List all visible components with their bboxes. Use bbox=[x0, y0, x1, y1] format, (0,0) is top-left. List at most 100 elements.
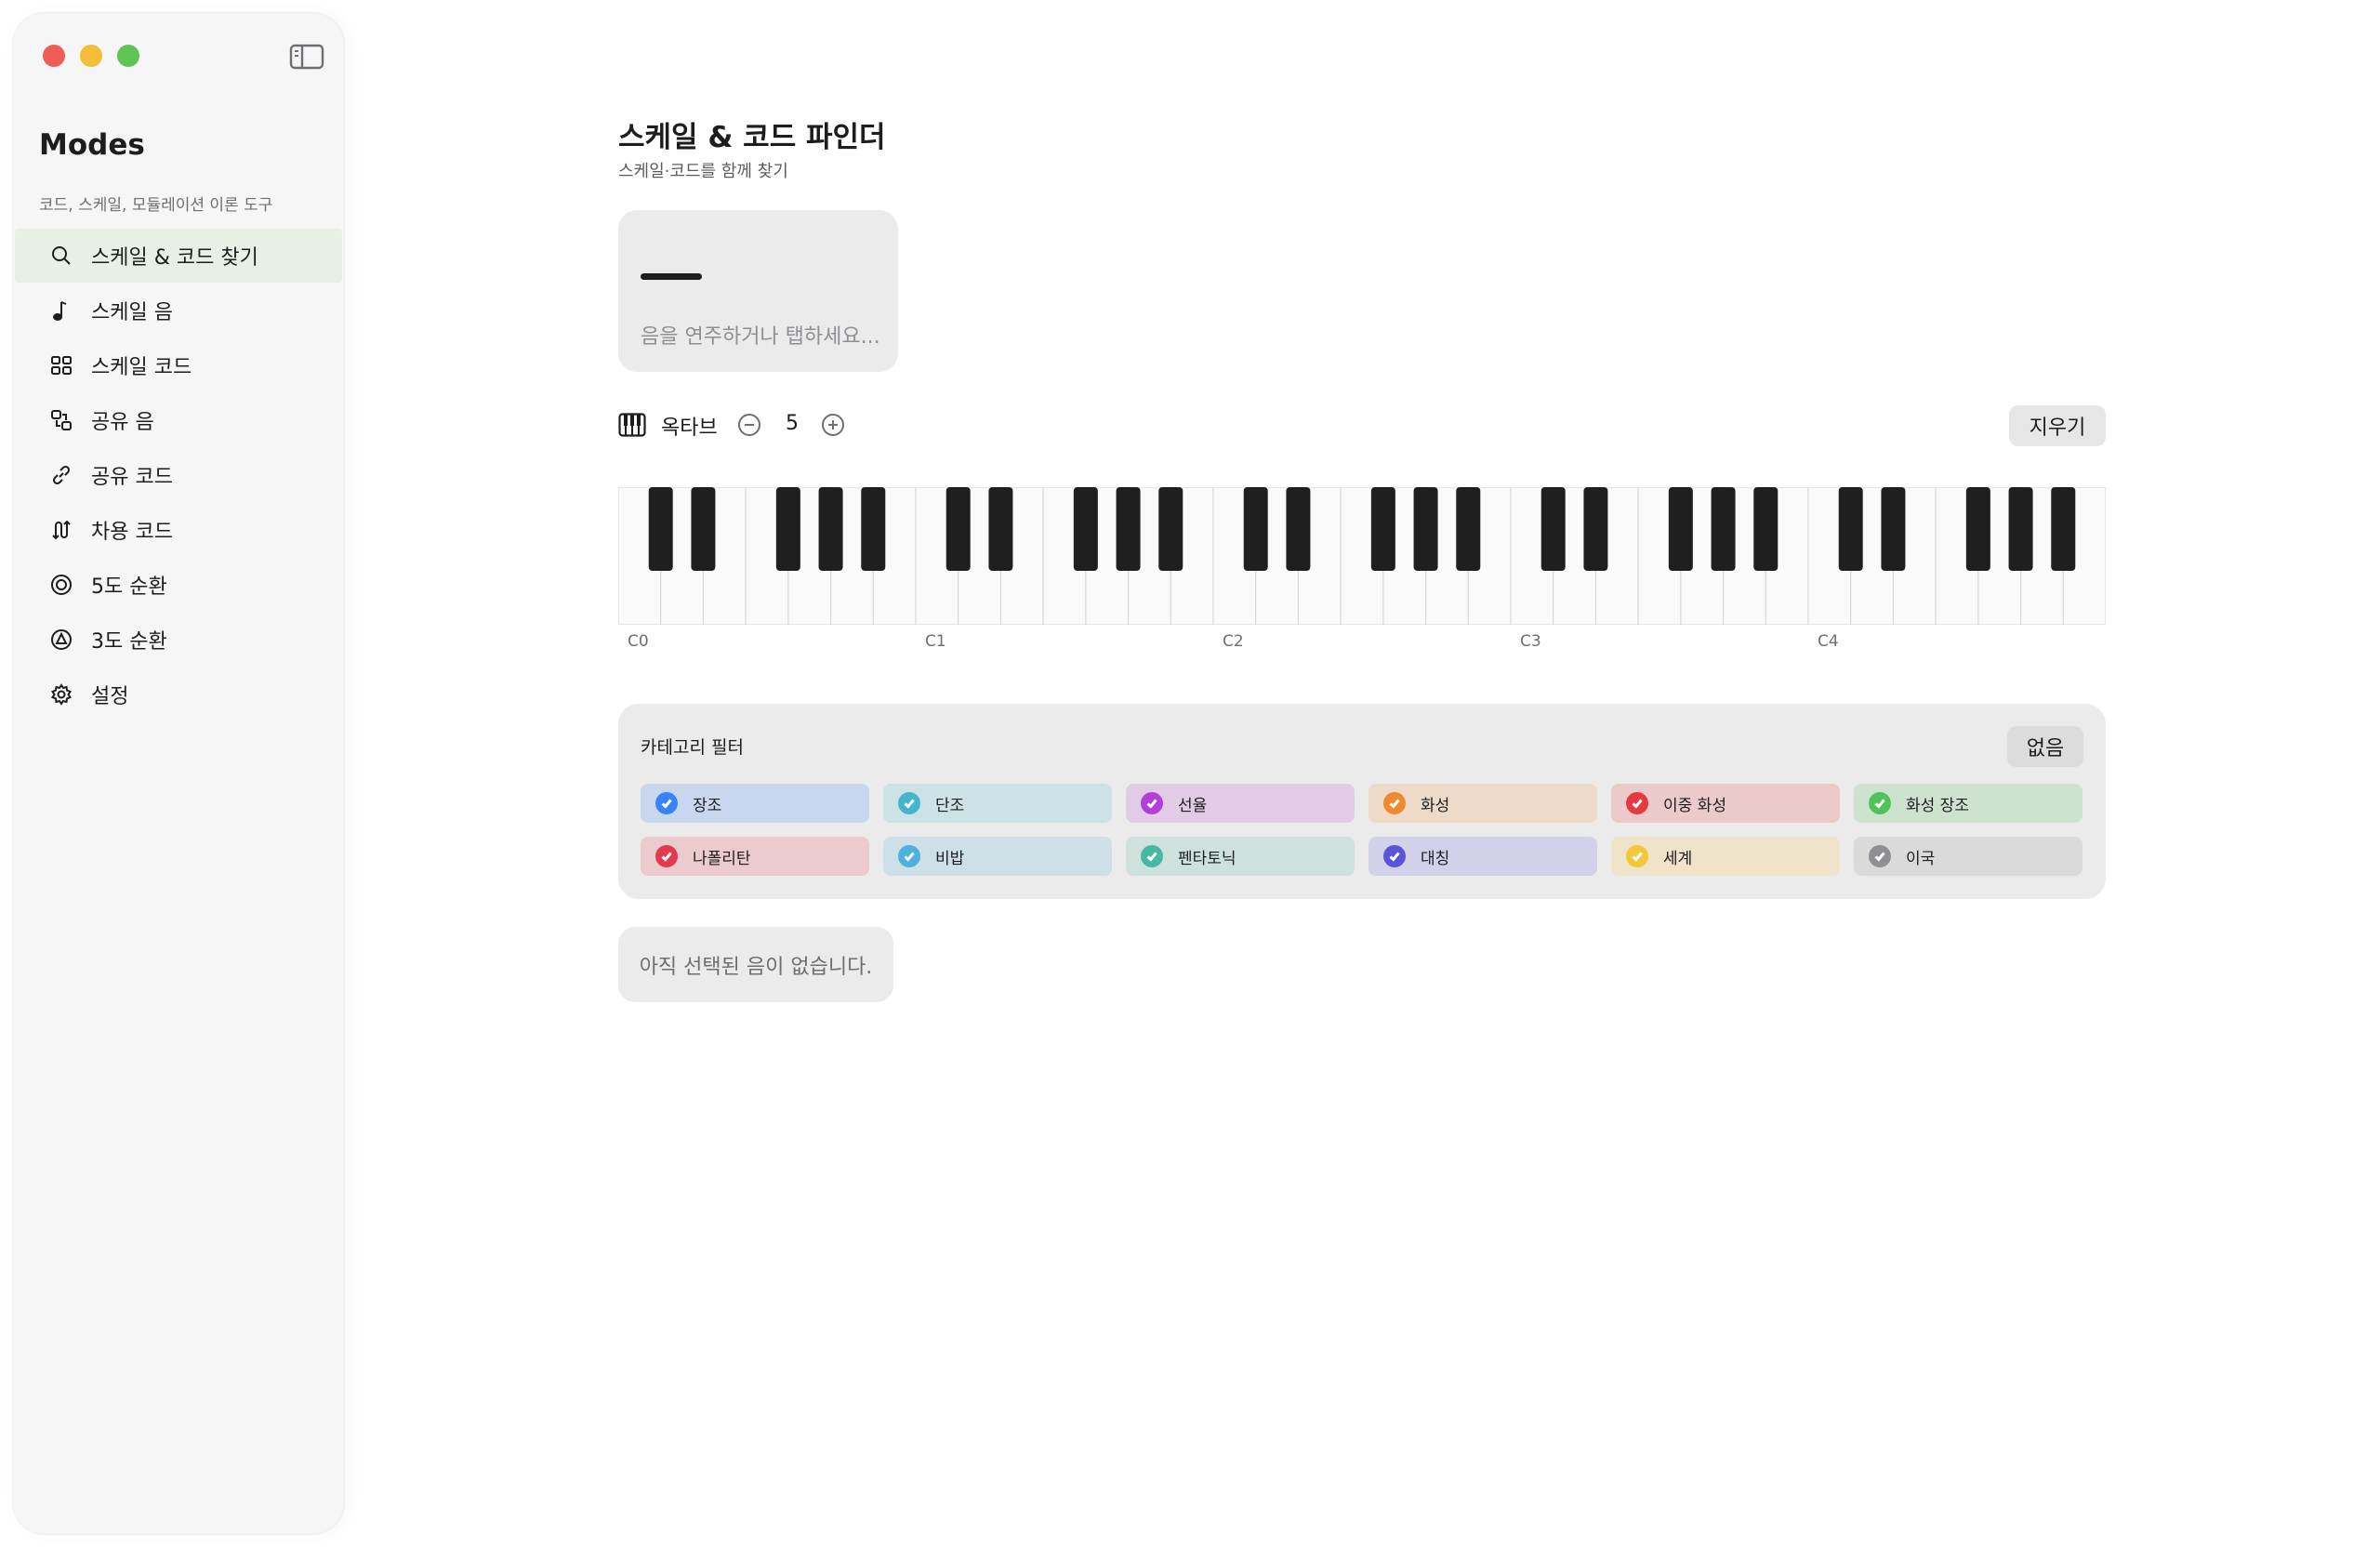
category-chip[interactable]: 세계 bbox=[1611, 837, 1840, 876]
search-icon bbox=[48, 243, 74, 269]
black-key[interactable] bbox=[1116, 487, 1141, 571]
black-key[interactable] bbox=[1370, 487, 1395, 571]
black-key[interactable] bbox=[1881, 487, 1906, 571]
category-filter-panel: 카테고리 필터 없음 장조 단조 선율 화성 이중 화성 화성 장조나폴리탄 비밥 펜타토닉 대… bbox=[618, 704, 2106, 899]
triangle-circle-icon bbox=[48, 627, 74, 653]
black-key[interactable] bbox=[1838, 487, 1863, 571]
checkmark-icon bbox=[1383, 792, 1406, 814]
note-placeholder-dash bbox=[641, 273, 702, 280]
sidebar-item-label: 공유 코드 bbox=[91, 466, 173, 489]
sidebar-toggle-icon[interactable] bbox=[288, 43, 325, 71]
filter-title: 카테고리 필터 bbox=[641, 737, 744, 758]
shared-notes-icon bbox=[48, 407, 74, 433]
octave-increase-button[interactable] bbox=[821, 413, 845, 437]
black-key[interactable] bbox=[945, 487, 971, 571]
page-title: 스케일 & 코드 파인더 bbox=[618, 121, 886, 154]
note-display[interactable]: 음을 연주하거나 탭하세요... bbox=[618, 210, 898, 372]
category-chip[interactable]: 비밥 bbox=[883, 837, 1112, 876]
black-key[interactable] bbox=[691, 487, 716, 571]
category-chip[interactable]: 이중 화성 bbox=[1611, 784, 1840, 823]
black-key[interactable] bbox=[1583, 487, 1608, 571]
black-key[interactable] bbox=[1753, 487, 1778, 571]
sidebar-item-scale-chords[interactable]: 스케일 코드 bbox=[15, 338, 342, 392]
music-note-icon bbox=[48, 298, 74, 324]
piano-icon bbox=[618, 413, 646, 437]
circle-icon bbox=[48, 572, 74, 598]
empty-state: 아직 선택된 음이 없습니다. bbox=[618, 927, 893, 1002]
octave-label-c1: C1 bbox=[925, 632, 946, 651]
grid-icon bbox=[48, 352, 74, 378]
sidebar-item-label: 스케일 & 코드 찾기 bbox=[91, 246, 258, 270]
category-chip[interactable]: 장조 bbox=[641, 784, 869, 823]
black-key[interactable] bbox=[861, 487, 886, 571]
piano-keyboard bbox=[618, 487, 2106, 625]
category-chip-label: 나폴리탄 bbox=[693, 849, 751, 868]
sidebar-item-circle-of-fifths[interactable]: 5도 순환 bbox=[15, 558, 342, 612]
sidebar-item-shared-chords[interactable]: 공유 코드 bbox=[15, 448, 342, 502]
black-key[interactable] bbox=[1668, 487, 1693, 571]
category-chip[interactable]: 펜타토닉 bbox=[1126, 837, 1355, 876]
sidebar-item-shared-notes[interactable]: 공유 음 bbox=[15, 393, 342, 447]
black-key[interactable] bbox=[648, 487, 673, 571]
octave-label: 옥타브 bbox=[661, 416, 718, 440]
category-chip[interactable]: 대칭 bbox=[1368, 837, 1597, 876]
page-subtitle: 스케일·코드를 함께 찾기 bbox=[618, 162, 788, 181]
select-none-button[interactable]: 없음 bbox=[2007, 726, 2083, 767]
sidebar-item-label: 3도 순환 bbox=[91, 630, 167, 654]
black-key[interactable] bbox=[2008, 487, 2033, 571]
black-key[interactable] bbox=[1158, 487, 1183, 571]
app-subtitle: 코드, 스케일, 모듈레이션 이론 도구 bbox=[39, 196, 273, 215]
sidebar-item-circle-of-thirds[interactable]: 3도 순환 bbox=[15, 613, 342, 667]
black-key[interactable] bbox=[2051, 487, 2076, 571]
black-key[interactable] bbox=[1073, 487, 1098, 571]
octave-label-c2: C2 bbox=[1223, 632, 1244, 651]
app-title: Modes bbox=[39, 128, 145, 162]
sidebar-item-scale-notes[interactable]: 스케일 음 bbox=[15, 284, 342, 337]
minimize-window-button[interactable] bbox=[80, 45, 102, 67]
note-hint: 음을 연주하거나 탭하세요... bbox=[641, 325, 880, 349]
category-chip[interactable]: 이국 bbox=[1854, 837, 2082, 876]
black-key[interactable] bbox=[1286, 487, 1311, 571]
category-chip-label: 세계 bbox=[1663, 849, 1693, 868]
piano-keyboard-svg bbox=[618, 487, 2106, 625]
category-chip-label: 이국 bbox=[1906, 849, 1936, 868]
sidebar-item-label: 공유 음 bbox=[91, 411, 154, 434]
octave-decrease-button[interactable] bbox=[737, 413, 761, 437]
gear-icon bbox=[48, 681, 74, 707]
black-key[interactable] bbox=[1711, 487, 1736, 571]
category-chip[interactable]: 화성 bbox=[1368, 784, 1597, 823]
black-key[interactable] bbox=[1413, 487, 1438, 571]
close-window-button[interactable] bbox=[43, 45, 65, 67]
clear-button[interactable]: 지우기 bbox=[2009, 405, 2106, 446]
checkmark-icon bbox=[1383, 845, 1406, 867]
borrow-icon bbox=[48, 517, 74, 543]
category-chip-label: 비밥 bbox=[935, 849, 965, 868]
category-chip[interactable]: 선율 bbox=[1126, 784, 1355, 823]
category-chip[interactable]: 화성 장조 bbox=[1854, 784, 2082, 823]
black-key[interactable] bbox=[775, 487, 800, 571]
sidebar-item-label: 스케일 음 bbox=[91, 301, 173, 324]
black-key[interactable] bbox=[988, 487, 1013, 571]
category-chip-label: 선율 bbox=[1178, 796, 1208, 815]
black-key[interactable] bbox=[1243, 487, 1268, 571]
category-chip[interactable]: 나폴리탄 bbox=[641, 837, 869, 876]
category-chip-label: 화성 장조 bbox=[1906, 796, 1969, 815]
sidebar-item-settings[interactable]: 설정 bbox=[15, 668, 342, 721]
sidebar-item-label: 설정 bbox=[91, 685, 129, 708]
app-window: Modes 코드, 스케일, 모듈레이션 이론 도구 스케일 & 코드 찾기 스… bbox=[0, 0, 2380, 1547]
zoom-window-button[interactable] bbox=[117, 45, 139, 67]
black-key[interactable] bbox=[1540, 487, 1566, 571]
octave-value: 5 bbox=[786, 412, 799, 435]
category-chip[interactable]: 단조 bbox=[883, 784, 1112, 823]
black-key[interactable] bbox=[1965, 487, 1990, 571]
sidebar-item-borrowed-chords[interactable]: 차용 코드 bbox=[15, 503, 342, 557]
checkmark-icon bbox=[1141, 845, 1163, 867]
sidebar-nav: 스케일 & 코드 찾기 스케일 음 스케일 코드 공유 음 공유 코드 차용 코… bbox=[15, 229, 342, 722]
black-key[interactable] bbox=[1456, 487, 1481, 571]
checkmark-icon bbox=[898, 845, 920, 867]
black-key[interactable] bbox=[818, 487, 843, 571]
sidebar-item-finder[interactable]: 스케일 & 코드 찾기 bbox=[15, 229, 342, 283]
octave-labels: C0 C1 C2 C3 C4 bbox=[618, 632, 2106, 651]
checkmark-icon bbox=[1869, 792, 1891, 814]
checkmark-icon bbox=[655, 845, 678, 867]
